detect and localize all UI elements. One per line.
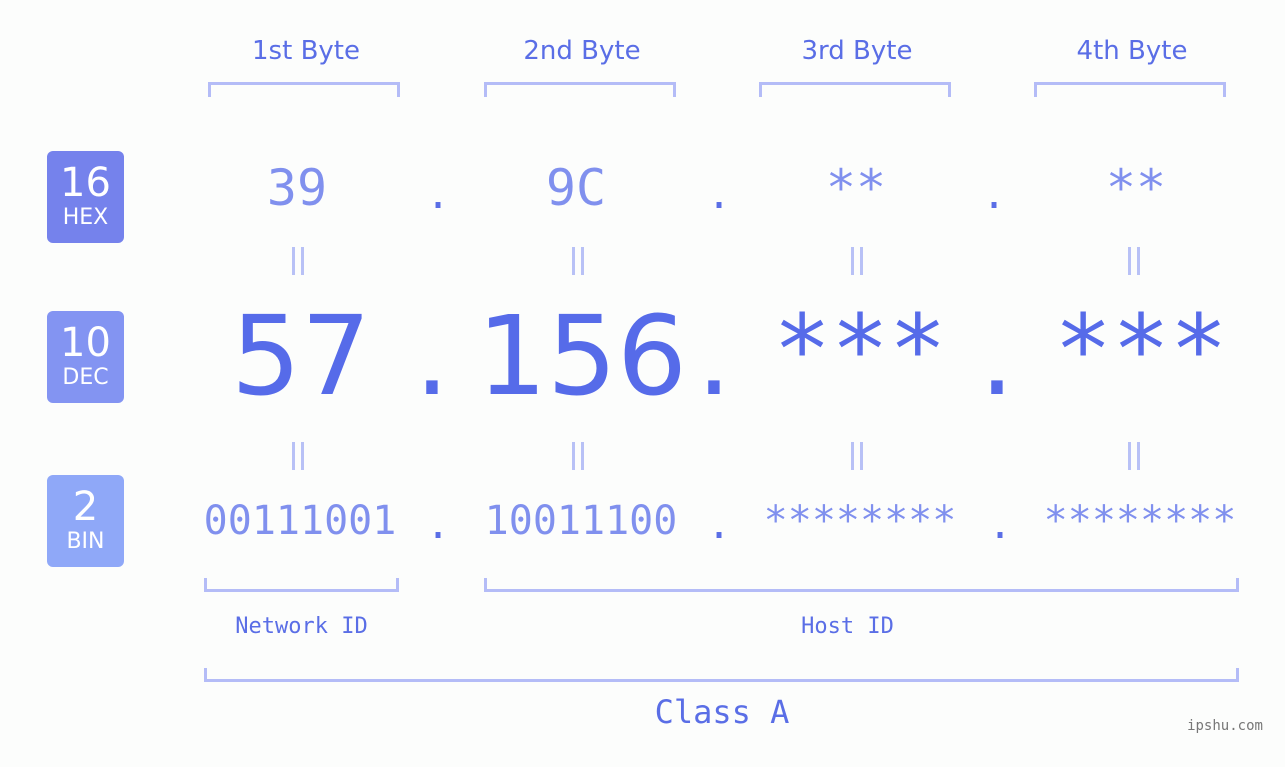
byte-header-3: 3rd Byte [801,36,913,66]
bin-byte-3: ******** [763,498,957,544]
equals-icon [571,442,585,470]
byte-bracket-3 [759,82,951,97]
bin-byte-1: 00111001 [203,498,397,544]
dec-badge: 10 DEC [47,311,124,403]
hex-separator-1: . [426,172,451,218]
equals-icon [291,247,305,275]
dec-byte-3: *** [773,294,947,406]
class-label: Class A [654,693,790,731]
dec-byte-1: 57 [231,292,371,420]
byte-bracket-2 [484,82,676,97]
byte-bracket-4 [1034,82,1226,97]
dec-byte-4: *** [1054,294,1228,406]
equals-icon [1127,442,1141,470]
hex-badge-number: 16 [60,160,111,206]
bin-separator-2: . [707,502,732,548]
equals-icon [571,247,585,275]
dec-byte-2: 156 [477,292,687,420]
bin-badge-number: 2 [72,484,99,530]
network-id-bracket [204,578,399,592]
equals-icon [291,442,305,470]
network-id-label: Network ID [235,614,368,639]
byte-bracket-1 [208,82,400,97]
dec-separator-1: . [414,292,450,420]
bin-separator-3: . [988,502,1013,548]
equals-icon [850,247,864,275]
dec-separator-3: . [979,292,1015,420]
hex-badge: 16 HEX [47,151,124,243]
byte-header-1: 1st Byte [252,36,360,66]
bin-separator-1: . [426,502,451,548]
dec-badge-number: 10 [60,320,111,366]
watermark: ipshu.com [1187,718,1263,734]
equals-icon [1127,247,1141,275]
equals-icon [850,442,864,470]
hex-byte-4: ** [1105,159,1167,217]
bin-byte-2: 10011100 [484,498,678,544]
byte-header-4: 4th Byte [1076,36,1188,66]
dec-separator-2: . [696,292,732,420]
hex-separator-3: . [982,172,1007,218]
host-id-bracket [484,578,1239,592]
bin-badge-label: BIN [66,529,105,554]
hex-byte-1: 39 [266,159,328,217]
class-bracket [204,668,1239,682]
hex-badge-label: HEX [62,205,109,230]
host-id-label: Host ID [801,614,894,639]
dec-badge-label: DEC [62,365,109,390]
hex-byte-2: 9C [545,159,607,217]
byte-header-2: 2nd Byte [523,36,641,66]
hex-separator-2: . [707,172,732,218]
hex-byte-3: ** [825,159,887,217]
bin-byte-4: ******** [1043,498,1237,544]
bin-badge: 2 BIN [47,475,124,567]
